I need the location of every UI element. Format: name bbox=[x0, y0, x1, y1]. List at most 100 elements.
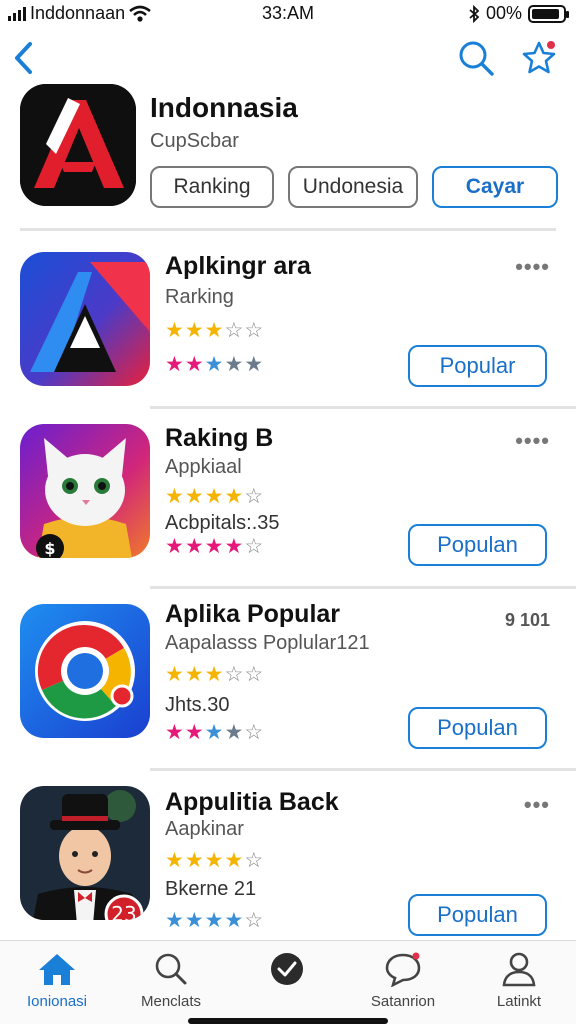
star-filled-icon: ★ bbox=[204, 535, 225, 558]
star-filled-icon: ★ bbox=[204, 485, 225, 508]
star-empty-icon: ☆ bbox=[224, 319, 245, 342]
svg-text:$: $ bbox=[44, 539, 55, 558]
popular-button-4[interactable]: Populan bbox=[408, 894, 547, 936]
search-button[interactable] bbox=[456, 38, 496, 78]
star-rating-2a: ★★★★☆ bbox=[165, 486, 264, 508]
divider bbox=[150, 406, 576, 409]
search-icon bbox=[459, 41, 494, 76]
star-rating-3a: ★★★☆☆ bbox=[165, 664, 264, 686]
star-filled-icon: ★ bbox=[204, 663, 225, 686]
star-filled-icon: ★ bbox=[204, 721, 225, 744]
battery-icon bbox=[528, 4, 569, 23]
battery-percent: 00% bbox=[485, 3, 522, 23]
divider bbox=[150, 586, 576, 589]
tab-search[interactable]: Menclats bbox=[116, 951, 226, 1010]
popular-button-2[interactable]: Populan bbox=[408, 524, 547, 566]
chat-bubble-icon bbox=[385, 952, 421, 987]
tab-home[interactable]: Ionionasi bbox=[2, 951, 112, 1010]
popular-button-1[interactable]: Popular bbox=[408, 345, 547, 387]
more-options-icon[interactable]: •••• bbox=[515, 428, 550, 454]
star-filled-icon: ★ bbox=[184, 353, 205, 376]
popular-button-3[interactable]: Populan bbox=[408, 707, 547, 749]
app-icon-3[interactable] bbox=[20, 604, 150, 738]
app-subtitle-4: Aapkinar bbox=[165, 818, 244, 840]
app-info-2: Acbpitals:.35 bbox=[165, 512, 280, 534]
star-notification-icon bbox=[522, 41, 556, 74]
more-options-icon[interactable]: ••• bbox=[524, 792, 550, 818]
badge-count: 23 bbox=[111, 902, 136, 920]
abstract-a-logo-icon bbox=[20, 252, 150, 386]
chip-primary-action[interactable]: Cayar bbox=[432, 166, 558, 208]
app-title-4: Appulitia Back bbox=[165, 788, 339, 816]
star-filled-icon: ★ bbox=[165, 849, 185, 872]
app-icon-4[interactable]: 23 bbox=[20, 786, 150, 920]
star-empty-icon: ☆ bbox=[244, 535, 265, 558]
star-filled-icon: ★ bbox=[224, 909, 245, 932]
app-icon-1[interactable] bbox=[20, 252, 150, 386]
app-title-3: Aplika Popular bbox=[165, 600, 341, 628]
star-filled-icon: ★ bbox=[184, 721, 205, 744]
star-filled-icon: ★ bbox=[204, 353, 225, 376]
star-filled-icon: ★ bbox=[184, 909, 205, 932]
browser-logo-icon bbox=[20, 604, 150, 738]
chip-ranking[interactable]: Ranking bbox=[150, 166, 274, 208]
star-filled-icon: ★ bbox=[165, 535, 185, 558]
star-filled-icon: ★ bbox=[224, 849, 245, 872]
person-icon bbox=[502, 952, 536, 987]
tab-bar: Ionionasi Menclats Satanrion Latinkt bbox=[0, 940, 576, 1024]
checkmark-circle-icon bbox=[271, 953, 303, 985]
star-filled-icon: ★ bbox=[184, 849, 205, 872]
star-filled-icon: ★ bbox=[184, 535, 205, 558]
page-title: Indonnasia bbox=[150, 92, 298, 123]
app-icon-2[interactable]: $ bbox=[20, 424, 150, 558]
gentleman-character-icon: 23 bbox=[20, 786, 150, 920]
star-filled-icon: ★ bbox=[165, 353, 185, 376]
star-rating-4a: ★★★★☆ bbox=[165, 850, 264, 872]
star-filled-icon: ★ bbox=[204, 909, 225, 932]
tab-check[interactable] bbox=[232, 951, 342, 993]
star-filled-icon: ★ bbox=[204, 319, 225, 342]
star-rating-4b: ★★★★☆ bbox=[165, 910, 264, 932]
star-empty-icon: ☆ bbox=[244, 909, 265, 932]
star-empty-icon: ☆ bbox=[244, 319, 265, 342]
status-bar: Inddonnaan 33:AM 00% bbox=[0, 0, 576, 28]
search-icon bbox=[155, 953, 187, 985]
cat-mascot-icon: $ bbox=[20, 424, 150, 558]
tab-profile[interactable]: Latinkt bbox=[464, 951, 574, 1010]
star-filled-icon: ★ bbox=[184, 319, 205, 342]
featured-app-icon[interactable] bbox=[20, 84, 136, 206]
chip-region[interactable]: Undonesia bbox=[288, 166, 418, 208]
star-filled-icon: ★ bbox=[224, 535, 245, 558]
favorites-button[interactable] bbox=[520, 38, 560, 78]
count-label: 9 101 bbox=[504, 610, 550, 630]
back-button[interactable] bbox=[8, 38, 40, 78]
bluetooth-icon bbox=[469, 4, 480, 23]
app-info-4: Bkerne 21 bbox=[165, 878, 257, 900]
divider bbox=[150, 768, 576, 771]
star-rating-2b: ★★★★☆ bbox=[165, 536, 264, 558]
star-filled-icon: ★ bbox=[165, 319, 185, 342]
star-filled-icon: ★ bbox=[184, 485, 205, 508]
app-info-3: Jhts.30 bbox=[165, 694, 230, 716]
star-filled-icon: ★ bbox=[244, 353, 265, 376]
app-subtitle-3: Aapalasss Poplular121 bbox=[165, 632, 370, 654]
letter-a-logo-icon bbox=[20, 84, 136, 206]
star-empty-icon: ☆ bbox=[244, 849, 265, 872]
app-title-2: Raking B bbox=[165, 424, 274, 452]
star-empty-icon: ☆ bbox=[244, 663, 265, 686]
tab-messages[interactable]: Satanrion bbox=[348, 951, 458, 1010]
app-subtitle-2: Appkiaal bbox=[165, 456, 242, 478]
more-options-icon[interactable]: •••• bbox=[515, 254, 550, 280]
page-subtitle: CupScbar bbox=[150, 130, 239, 152]
divider bbox=[20, 228, 556, 231]
star-filled-icon: ★ bbox=[184, 663, 205, 686]
home-icon bbox=[39, 954, 75, 985]
star-filled-icon: ★ bbox=[224, 353, 245, 376]
star-rating-1b: ★★★★★ bbox=[165, 354, 264, 376]
star-filled-icon: ★ bbox=[165, 909, 185, 932]
star-filled-icon: ★ bbox=[204, 849, 225, 872]
star-filled-icon: ★ bbox=[165, 663, 185, 686]
star-rating-3b: ★★★★☆ bbox=[165, 722, 264, 744]
star-filled-icon: ★ bbox=[165, 485, 185, 508]
star-filled-icon: ★ bbox=[224, 485, 245, 508]
